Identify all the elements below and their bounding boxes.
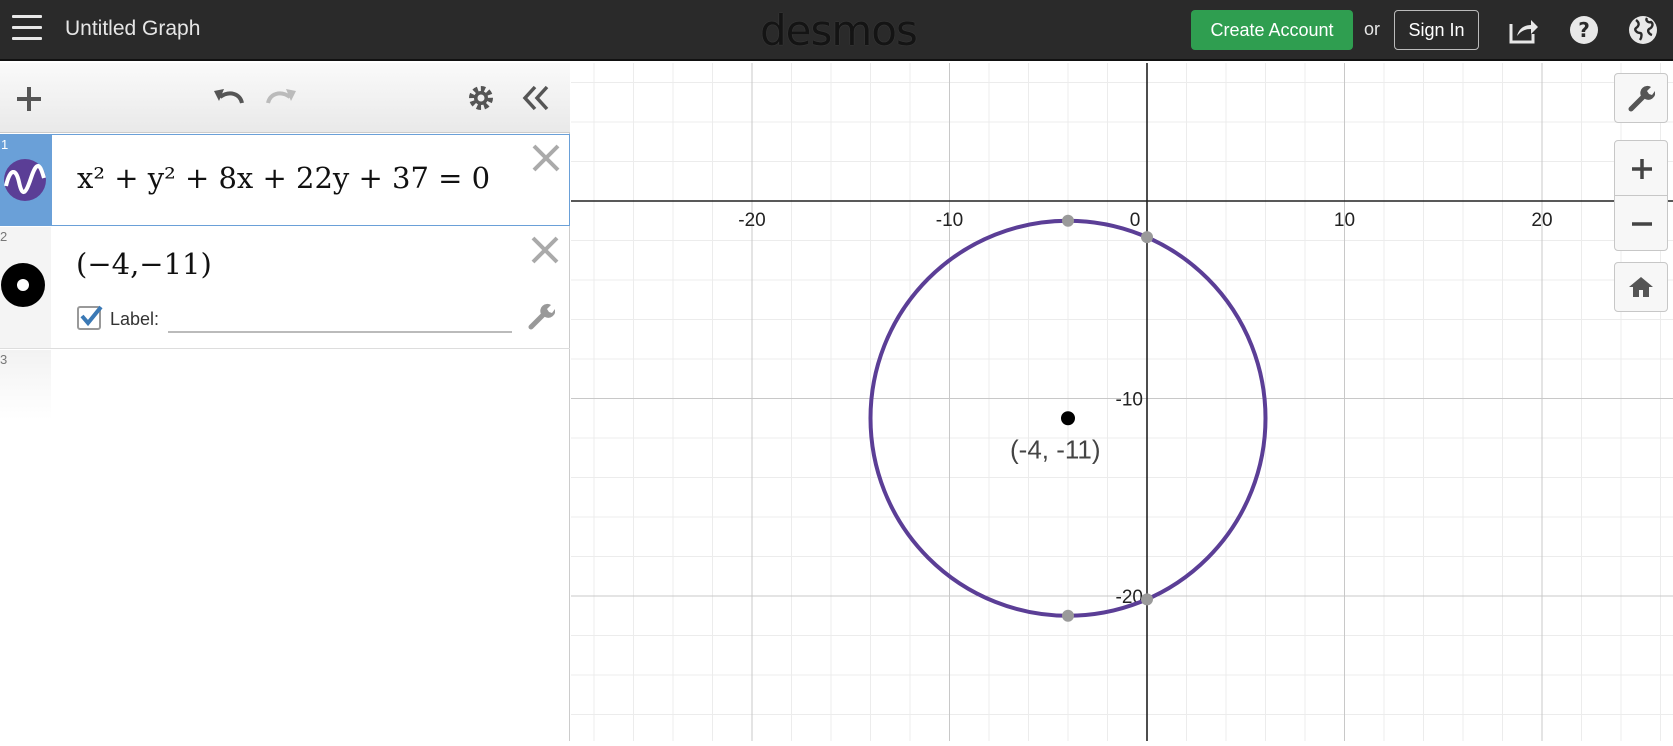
graph-settings-button[interactable] xyxy=(1614,73,1668,123)
zoom-out-button[interactable] xyxy=(1614,195,1668,251)
share-icon[interactable] xyxy=(1507,14,1539,46)
intercept-point xyxy=(1141,231,1153,244)
collapse-double-chevron-icon[interactable] xyxy=(520,83,552,113)
zoom-in-button[interactable] xyxy=(1614,140,1668,196)
x-tick-label: -20 xyxy=(738,210,765,231)
intercept-point xyxy=(1062,214,1074,227)
expression-row[interactable]: 3 xyxy=(0,350,570,420)
checkmark-icon xyxy=(80,305,103,327)
center-point xyxy=(1061,411,1075,426)
x-tick-label: 20 xyxy=(1531,210,1552,231)
label-checkbox[interactable] xyxy=(77,305,103,330)
label-input[interactable] xyxy=(168,331,512,333)
graph-paper[interactable]: -20 -10 0 10 20 -10 -20 (-4, -11) xyxy=(554,3,1673,741)
expression-index: 2 xyxy=(0,229,8,244)
y-tick-label: -10 xyxy=(1116,390,1143,411)
help-icon[interactable]: ? xyxy=(1568,14,1600,46)
expression-row[interactable]: 2 (−4,−11) Label: xyxy=(0,227,570,349)
expression-index: 1 xyxy=(1,137,9,152)
expression-row[interactable]: 1 x² + y² + 8x + 22y + 37 = 0 xyxy=(0,134,570,226)
graph-title[interactable]: Untitled Graph xyxy=(65,17,200,41)
wrench-icon xyxy=(1628,85,1655,112)
add-icon[interactable] xyxy=(14,84,44,114)
create-account-button[interactable]: Create Account xyxy=(1191,10,1353,50)
sign-in-button[interactable]: Sign In xyxy=(1394,10,1479,50)
expression-toolbar xyxy=(0,63,570,133)
home-button[interactable] xyxy=(1614,262,1668,312)
expression-color-tab[interactable]: 3 xyxy=(0,350,51,420)
expression-color-tab[interactable]: 2 xyxy=(0,227,51,348)
point-icon[interactable] xyxy=(0,262,46,308)
x-tick-label: -10 xyxy=(936,210,963,231)
redo-icon[interactable] xyxy=(264,81,300,111)
graph-canvas[interactable]: -20 -10 0 10 20-10-20(-4, -11) xyxy=(554,3,1673,741)
svg-text:?: ? xyxy=(1578,18,1590,42)
point-label: (-4, -11) xyxy=(1010,434,1101,464)
or-text: or xyxy=(1364,19,1381,39)
delete-expression-icon[interactable] xyxy=(528,233,562,267)
expression-math-input[interactable]: x² + y² + 8x + 22y + 37 = 0 xyxy=(77,161,490,195)
zoom-in-icon xyxy=(1632,159,1652,179)
x-tick-label: 10 xyxy=(1334,210,1355,231)
home-icon xyxy=(1629,277,1653,297)
function-wave-icon[interactable] xyxy=(3,158,47,202)
expression-math-input[interactable]: (−4,−11) xyxy=(76,247,212,281)
expression-color-tab[interactable]: 1 xyxy=(1,135,52,225)
top-bar: Untitled Graph desmos Create Account or … xyxy=(0,0,1673,61)
wrench-icon[interactable] xyxy=(527,302,555,330)
label-checkbox-text: Label: xyxy=(110,309,160,329)
expression-list-panel: 1 x² + y² + 8x + 22y + 37 = 0 2 (−4,−11) xyxy=(0,63,570,741)
delete-expression-icon[interactable] xyxy=(529,141,563,175)
intercept-point xyxy=(1062,609,1074,622)
settings-gear-icon[interactable] xyxy=(466,83,496,113)
intercept-point xyxy=(1141,593,1153,606)
x-tick-label: 0 xyxy=(1130,210,1141,231)
expression-index: 3 xyxy=(0,352,8,367)
desmos-logo: desmos xyxy=(760,6,918,55)
undo-icon[interactable] xyxy=(210,81,246,111)
globe-icon[interactable] xyxy=(1627,14,1659,46)
hamburger-menu-icon[interactable] xyxy=(12,15,42,41)
zoom-out-icon xyxy=(1632,222,1652,226)
